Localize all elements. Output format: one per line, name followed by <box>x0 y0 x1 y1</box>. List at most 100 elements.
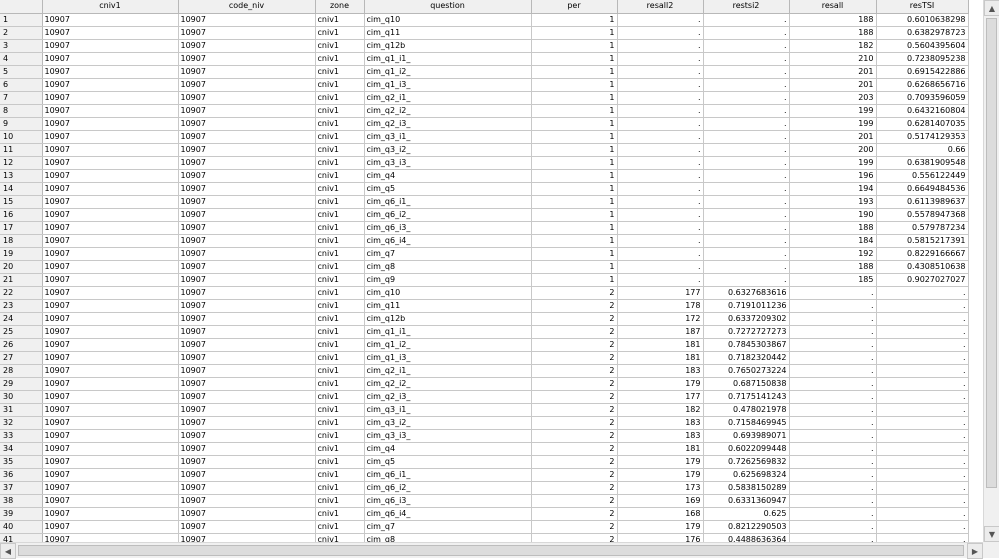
scroll-left-button[interactable]: ◀ <box>0 543 16 559</box>
cell-question[interactable]: cim_q3_i1_ <box>364 130 532 144</box>
cell-cniv1[interactable]: 10907 <box>42 39 179 53</box>
cell-resall2[interactable]: 181 <box>617 442 704 456</box>
cell-restsi[interactable]: . <box>876 507 969 521</box>
cell-restsi[interactable]: 0.4308510638 <box>876 260 969 274</box>
cell-resall2[interactable]: 179 <box>617 468 704 482</box>
cell-restsi2[interactable]: 0.7272727273 <box>703 325 790 339</box>
cell-zone[interactable]: cniv1 <box>315 494 365 508</box>
cell-per[interactable]: 1 <box>531 260 618 274</box>
cell-restsi2[interactable]: . <box>703 169 790 183</box>
cell-resall2[interactable]: . <box>617 52 704 66</box>
cell-resall2[interactable]: 177 <box>617 390 704 404</box>
table-row[interactable]: 21 10907 10907 cniv1 cim_q9 1.. 185 0.902702702… <box>0 273 969 287</box>
cell-question[interactable]: cim_q6_i2_ <box>364 208 532 222</box>
row-number[interactable]: 35 <box>0 455 43 469</box>
cell-cniv1[interactable]: 10907 <box>42 520 179 534</box>
cell-question[interactable]: cim_q6_i4_ <box>364 234 532 248</box>
cell-question[interactable]: cim_q11 <box>364 299 532 313</box>
cell-code-niv[interactable]: 10907 <box>178 221 316 235</box>
cell-restsi[interactable]: . <box>876 390 969 404</box>
cell-question[interactable]: cim_q12b <box>364 39 532 53</box>
cell-restsi2[interactable]: . <box>703 247 790 261</box>
cell-cniv1[interactable]: 10907 <box>42 65 179 79</box>
cell-zone[interactable]: cniv1 <box>315 364 365 378</box>
horizontal-scroll-thumb[interactable] <box>18 545 964 556</box>
cell-code-niv[interactable]: 10907 <box>178 65 316 79</box>
cell-resall2[interactable]: . <box>617 208 704 222</box>
cell-restsi[interactable]: 0.6382978723 <box>876 26 969 40</box>
cell-question[interactable]: cim_q8 <box>364 260 532 274</box>
cell-resall[interactable]: . <box>789 299 877 313</box>
cell-zone[interactable]: cniv1 <box>315 403 365 417</box>
table-row[interactable]: 4 10907 10907 cniv1 cim_q1_i1_ 1.. 210 0.723809… <box>0 52 969 66</box>
cell-code-niv[interactable]: 10907 <box>178 130 316 144</box>
horizontal-scrollbar[interactable]: ◀ ▶ <box>0 542 983 559</box>
cell-resall[interactable]: 192 <box>789 247 877 261</box>
cell-restsi2[interactable]: . <box>703 91 790 105</box>
cell-restsi[interactable]: 0.6268656716 <box>876 78 969 92</box>
cell-cniv1[interactable]: 10907 <box>42 117 179 131</box>
cell-resall[interactable]: . <box>789 429 877 443</box>
cell-question[interactable]: cim_q6_i3_ <box>364 221 532 235</box>
cell-per[interactable]: 2 <box>531 481 618 495</box>
cell-resall[interactable]: 199 <box>789 117 877 131</box>
cell-code-niv[interactable]: 10907 <box>178 299 316 313</box>
cell-restsi[interactable]: 0.6113989637 <box>876 195 969 209</box>
cell-question[interactable]: cim_q3_i3_ <box>364 429 532 443</box>
cell-restsi2[interactable]: 0.6337209302 <box>703 312 790 326</box>
cell-question[interactable]: cim_q1_i3_ <box>364 78 532 92</box>
cell-resall[interactable]: 188 <box>789 13 877 27</box>
cell-zone[interactable]: cniv1 <box>315 247 365 261</box>
cell-per[interactable]: 2 <box>531 442 618 456</box>
cell-zone[interactable]: cniv1 <box>315 377 365 391</box>
cell-per[interactable]: 2 <box>531 468 618 482</box>
cell-question[interactable]: cim_q1_i2_ <box>364 338 532 352</box>
cell-zone[interactable]: cniv1 <box>315 468 365 482</box>
cell-restsi[interactable]: . <box>876 533 969 542</box>
cell-restsi[interactable]: . <box>876 338 969 352</box>
cell-per[interactable]: 1 <box>531 65 618 79</box>
table-row[interactable]: 10 10907 10907 cniv1 cim_q3_i1_ 1.. 201 0.51741… <box>0 130 969 144</box>
cell-cniv1[interactable]: 10907 <box>42 247 179 261</box>
table-row[interactable]: 41 10907 10907 cniv1 cim_q8 2 176 0.4488636364.… <box>0 533 969 542</box>
row-number[interactable]: 2 <box>0 26 43 40</box>
cell-per[interactable]: 1 <box>531 52 618 66</box>
cell-restsi2[interactable]: 0.5838150289 <box>703 481 790 495</box>
cell-resall2[interactable]: 183 <box>617 364 704 378</box>
cell-cniv1[interactable]: 10907 <box>42 468 179 482</box>
cell-per[interactable]: 1 <box>531 221 618 235</box>
column-header-code-niv[interactable]: code_niv <box>178 0 316 14</box>
row-number[interactable]: 22 <box>0 286 43 300</box>
table-row[interactable]: 25 10907 10907 cniv1 cim_q1_i1_ 2 187 0.7272727… <box>0 325 969 339</box>
row-number[interactable]: 13 <box>0 169 43 183</box>
table-row[interactable]: 29 10907 10907 cniv1 cim_q2_i2_ 2 179 0.6871508… <box>0 377 969 391</box>
cell-code-niv[interactable]: 10907 <box>178 403 316 417</box>
column-header-resall2[interactable]: resall2 <box>617 0 704 14</box>
cell-question[interactable]: cim_q10 <box>364 13 532 27</box>
cell-per[interactable]: 2 <box>531 377 618 391</box>
cell-zone[interactable]: cniv1 <box>315 195 365 209</box>
cell-restsi2[interactable]: 0.693989071 <box>703 429 790 443</box>
cell-restsi[interactable]: 0.6915422886 <box>876 65 969 79</box>
cell-question[interactable]: cim_q6_i2_ <box>364 481 532 495</box>
cell-cniv1[interactable]: 10907 <box>42 416 179 430</box>
table-row[interactable]: 32 10907 10907 cniv1 cim_q3_i2_ 2 183 0.7158469… <box>0 416 969 430</box>
cell-restsi[interactable]: . <box>876 416 969 430</box>
table-row[interactable]: 26 10907 10907 cniv1 cim_q1_i2_ 2 181 0.7845303… <box>0 338 969 352</box>
table-row[interactable]: 31 10907 10907 cniv1 cim_q3_i1_ 2 182 0.4780219… <box>0 403 969 417</box>
table-row[interactable]: 16 10907 10907 cniv1 cim_q6_i2_ 1.. 190 0.55789… <box>0 208 969 222</box>
vertical-scroll-thumb[interactable] <box>986 18 997 488</box>
cell-cniv1[interactable]: 10907 <box>42 221 179 235</box>
cell-cniv1[interactable]: 10907 <box>42 91 179 105</box>
table-row[interactable]: 13 10907 10907 cniv1 cim_q4 1.. 196 0.556122449 <box>0 169 969 183</box>
cell-restsi[interactable]: . <box>876 468 969 482</box>
cell-restsi[interactable]: 0.6010638298 <box>876 13 969 27</box>
cell-zone[interactable]: cniv1 <box>315 351 365 365</box>
row-number[interactable]: 38 <box>0 494 43 508</box>
cell-code-niv[interactable]: 10907 <box>178 468 316 482</box>
row-number[interactable]: 20 <box>0 260 43 274</box>
cell-zone[interactable]: cniv1 <box>315 26 365 40</box>
cell-per[interactable]: 2 <box>531 351 618 365</box>
row-number[interactable]: 9 <box>0 117 43 131</box>
cell-question[interactable]: cim_q12b <box>364 312 532 326</box>
